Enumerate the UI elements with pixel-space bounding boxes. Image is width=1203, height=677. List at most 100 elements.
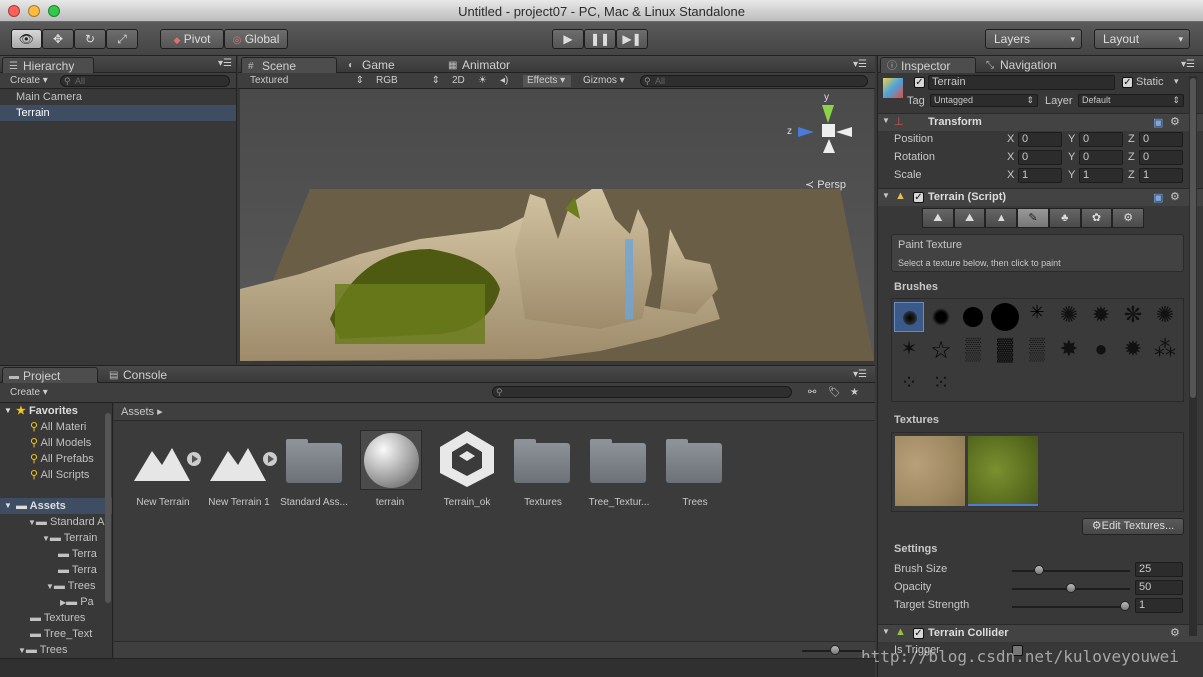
favorites-section[interactable]: ▼ ★ Favorites [0, 403, 112, 419]
tree-item[interactable]: ▬ Textures [0, 610, 112, 626]
brush-option[interactable]: ❋ [1118, 302, 1148, 332]
layer-dropdown[interactable]: Default ⇕ [1078, 94, 1184, 107]
hierarchy-item-main-camera[interactable]: Main Camera [0, 89, 236, 105]
filter-label-icon[interactable]: 🏷 [828, 387, 841, 399]
brush-option[interactable]: ▒ [958, 336, 988, 366]
brush-option[interactable] [958, 302, 988, 332]
tree-item[interactable]: ▼▬ Trees [0, 578, 112, 594]
scene-gizmo[interactable]: y z [786, 89, 856, 169]
static-dropdown-icon[interactable]: ▾ [1174, 76, 1179, 87]
panel-menu-icon[interactable]: ▾☰ [853, 369, 867, 381]
gear-icon[interactable]: ⚙ [1170, 626, 1180, 639]
view-tool-button[interactable]: 👁 [11, 29, 42, 49]
brush-option[interactable]: ● [1086, 336, 1116, 366]
tab-animator[interactable]: ▦ Animator [442, 57, 538, 73]
tree-item[interactable]: ▼▬ Trees [0, 642, 112, 658]
tree-item[interactable]: ▼▬ Standard A [0, 514, 112, 530]
z-axis-cone[interactable] [798, 127, 814, 137]
tag-dropdown[interactable]: Untagged ⇕ [930, 94, 1038, 107]
play-button[interactable]: ▶ [552, 29, 584, 49]
paint-details-tool[interactable]: ✿ [1080, 208, 1113, 228]
opacity-field[interactable]: 50 [1135, 580, 1183, 595]
asset-standard-assets-folder[interactable] [286, 437, 342, 483]
hierarchy-item-terrain[interactable]: Terrain [0, 105, 236, 121]
scene-viewport[interactable]: y z ≺ Persp [240, 89, 874, 361]
asset-textures-folder[interactable] [514, 437, 570, 483]
favorite-item[interactable]: ⚲ All Materi [0, 419, 112, 435]
audio-toggle-icon[interactable]: ◂) [500, 75, 508, 87]
opacity-slider-handle[interactable] [1066, 583, 1076, 593]
layout-dropdown[interactable]: Layout ▾ [1094, 29, 1190, 49]
gear-icon[interactable]: ⚙ [1170, 190, 1180, 203]
brush-option[interactable] [926, 302, 956, 332]
gizmo-center-cube[interactable] [822, 124, 835, 137]
object-name-field[interactable]: Terrain [928, 75, 1115, 90]
brush-option[interactable]: ✹ [1118, 336, 1148, 366]
asset-terrain-material[interactable] [360, 430, 422, 490]
target-strength-slider-handle[interactable] [1120, 601, 1130, 611]
edit-textures-button[interactable]: ⚙Edit Textures... [1082, 518, 1184, 535]
projection-toggle[interactable]: ≺ Persp [805, 178, 846, 191]
brush-option[interactable]: ✹ [1086, 302, 1116, 332]
brush-size-field[interactable]: 25 [1135, 562, 1183, 577]
position-z-field[interactable]: 0 [1139, 132, 1183, 147]
scale-z-field[interactable]: 1 [1139, 168, 1183, 183]
brush-option[interactable]: ✳ [1022, 302, 1052, 332]
panel-menu-icon[interactable]: ▾☰ [853, 59, 867, 71]
target-strength-slider[interactable] [1012, 606, 1130, 608]
global-toggle[interactable]: ◎ Global [224, 29, 288, 49]
raise-terrain-tool[interactable]: ⛰ [922, 208, 954, 228]
favorite-item[interactable]: ⚲ All Scripts [0, 467, 112, 483]
asset-new-terrain-1[interactable] [210, 443, 280, 486]
brush-option[interactable]: ⁘ [894, 370, 924, 400]
texture-grass-selected[interactable] [968, 436, 1038, 506]
hierarchy-search-input[interactable]: All [60, 75, 230, 87]
scale-y-field[interactable]: 1 [1079, 168, 1123, 183]
gizmos-dropdown[interactable]: Gizmos ▾ [583, 75, 625, 87]
brush-option[interactable]: ▒ [1022, 336, 1052, 366]
tab-game[interactable]: ◐ Game [342, 57, 430, 73]
transform-header[interactable]: ▼ ⊥ Transform ▣ ⚙ [878, 113, 1203, 131]
favorite-item[interactable]: ⚲ All Prefabs [0, 451, 112, 467]
inspector-scrollbar-thumb[interactable] [1190, 78, 1196, 398]
shading-dropdown[interactable]: Textured ⇕ [250, 75, 364, 87]
brush-option[interactable]: ⁂ [1150, 336, 1180, 366]
scale-tool-button[interactable]: ⤢ [106, 29, 138, 49]
panel-menu-icon[interactable]: ▾☰ [218, 58, 232, 70]
asset-new-terrain[interactable] [134, 443, 204, 486]
asset-terrain-ok-scene[interactable] [436, 429, 498, 492]
layers-dropdown[interactable]: Layers ▾ [985, 29, 1082, 49]
render-mode-dropdown[interactable]: RGB ⇕ [376, 75, 440, 87]
brush-option[interactable]: ✺ [1150, 302, 1180, 332]
project-search-input[interactable] [492, 386, 792, 398]
tab-project[interactable]: ▬ Project [2, 367, 98, 383]
position-x-field[interactable]: 0 [1018, 132, 1062, 147]
help-book-icon[interactable]: ▣ [1153, 116, 1163, 129]
target-strength-field[interactable]: 1 [1135, 598, 1183, 613]
place-trees-tool[interactable]: ♣ [1048, 208, 1081, 228]
rotation-y-field[interactable]: 0 [1079, 150, 1123, 165]
texture-sand[interactable] [895, 436, 965, 506]
panel-menu-icon[interactable]: ▾☰ [1181, 59, 1195, 71]
tree-item-assets[interactable]: ▼ ▬ Assets [0, 498, 112, 514]
terrain-script-header[interactable]: ▼ ▲ ✓ Terrain (Script) ▣ ⚙ [878, 188, 1203, 206]
tab-scene[interactable]: # Scene [241, 57, 337, 73]
tree-item[interactable]: ▬ Terra [0, 546, 112, 562]
create-dropdown[interactable]: Create ▾ [10, 387, 48, 399]
gear-icon[interactable]: ⚙ [1170, 115, 1180, 128]
tree-item[interactable]: ▬ Tree_Text [0, 626, 112, 642]
favorite-item[interactable]: ⚲ All Models [0, 435, 112, 451]
brush-option[interactable]: ✶ [894, 336, 924, 366]
paint-height-tool[interactable]: ⛰ [953, 208, 986, 228]
brush-option[interactable]: ✺ [1054, 302, 1084, 332]
scene-view-canvas[interactable] [240, 89, 874, 361]
pivot-toggle[interactable]: ◆ Pivot [160, 29, 224, 49]
smooth-height-tool[interactable]: ▲ [985, 208, 1018, 228]
rotation-x-field[interactable]: 0 [1018, 150, 1062, 165]
brush-option-selected[interactable] [894, 302, 924, 332]
step-button[interactable]: ▶❚ [616, 29, 648, 49]
tab-inspector[interactable]: ⓘ Inspector [880, 57, 976, 73]
tab-navigation[interactable]: ⤡ Navigation [980, 57, 1080, 73]
icon-size-slider-handle[interactable] [830, 645, 840, 655]
scale-x-field[interactable]: 1 [1018, 168, 1062, 183]
